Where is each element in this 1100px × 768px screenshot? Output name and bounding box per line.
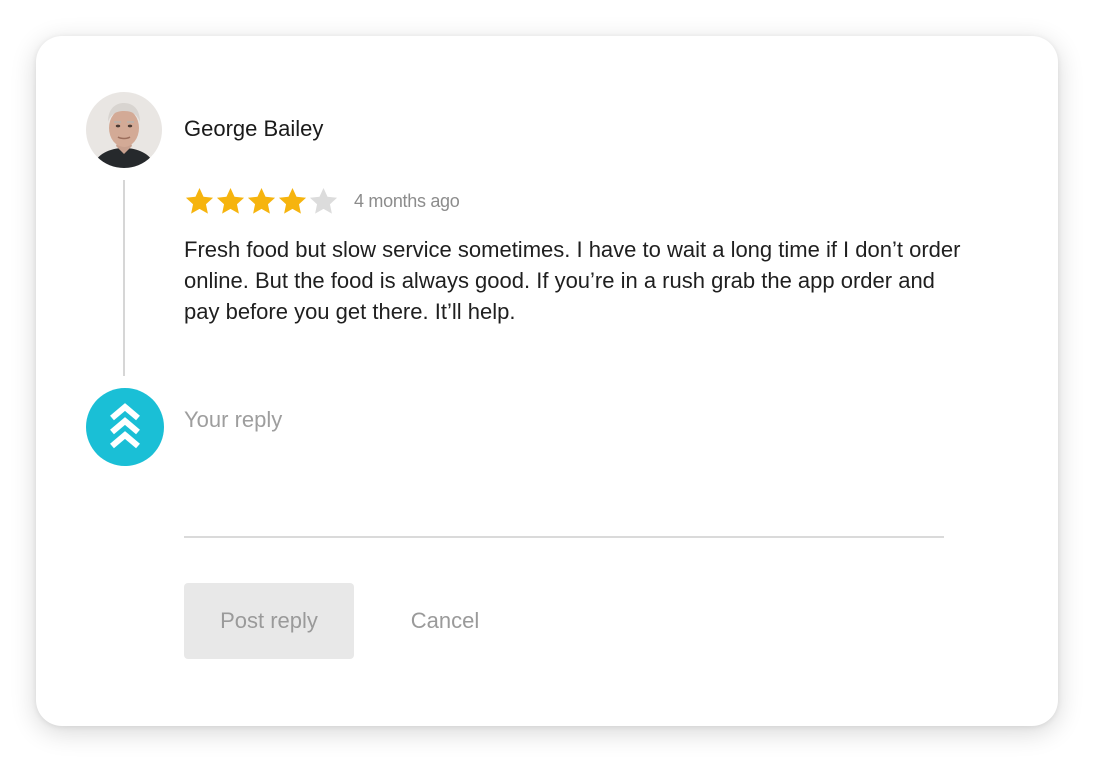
post-reply-button[interactable]: Post reply (184, 583, 354, 659)
rating-row: 4 months ago (184, 185, 460, 217)
star-icon (309, 187, 338, 214)
review-text: Fresh food but slow service sometimes. I… (184, 237, 961, 324)
star-icon (216, 187, 245, 214)
review-card: George Bailey 4 months ago Fresh food bu… (36, 36, 1058, 726)
thread-connector-line (123, 180, 125, 376)
cancel-button[interactable]: Cancel (392, 583, 498, 659)
star-icon (278, 187, 307, 214)
reviewer-avatar (86, 92, 162, 168)
chevrons-up-icon (110, 403, 140, 449)
review-timestamp: 4 months ago (354, 190, 460, 211)
reviewer-name: George Bailey (184, 116, 324, 141)
star-icon (247, 187, 276, 214)
star-icon (185, 187, 214, 214)
business-avatar (86, 388, 164, 466)
star-rating (184, 186, 339, 217)
reply-input[interactable] (184, 404, 944, 538)
